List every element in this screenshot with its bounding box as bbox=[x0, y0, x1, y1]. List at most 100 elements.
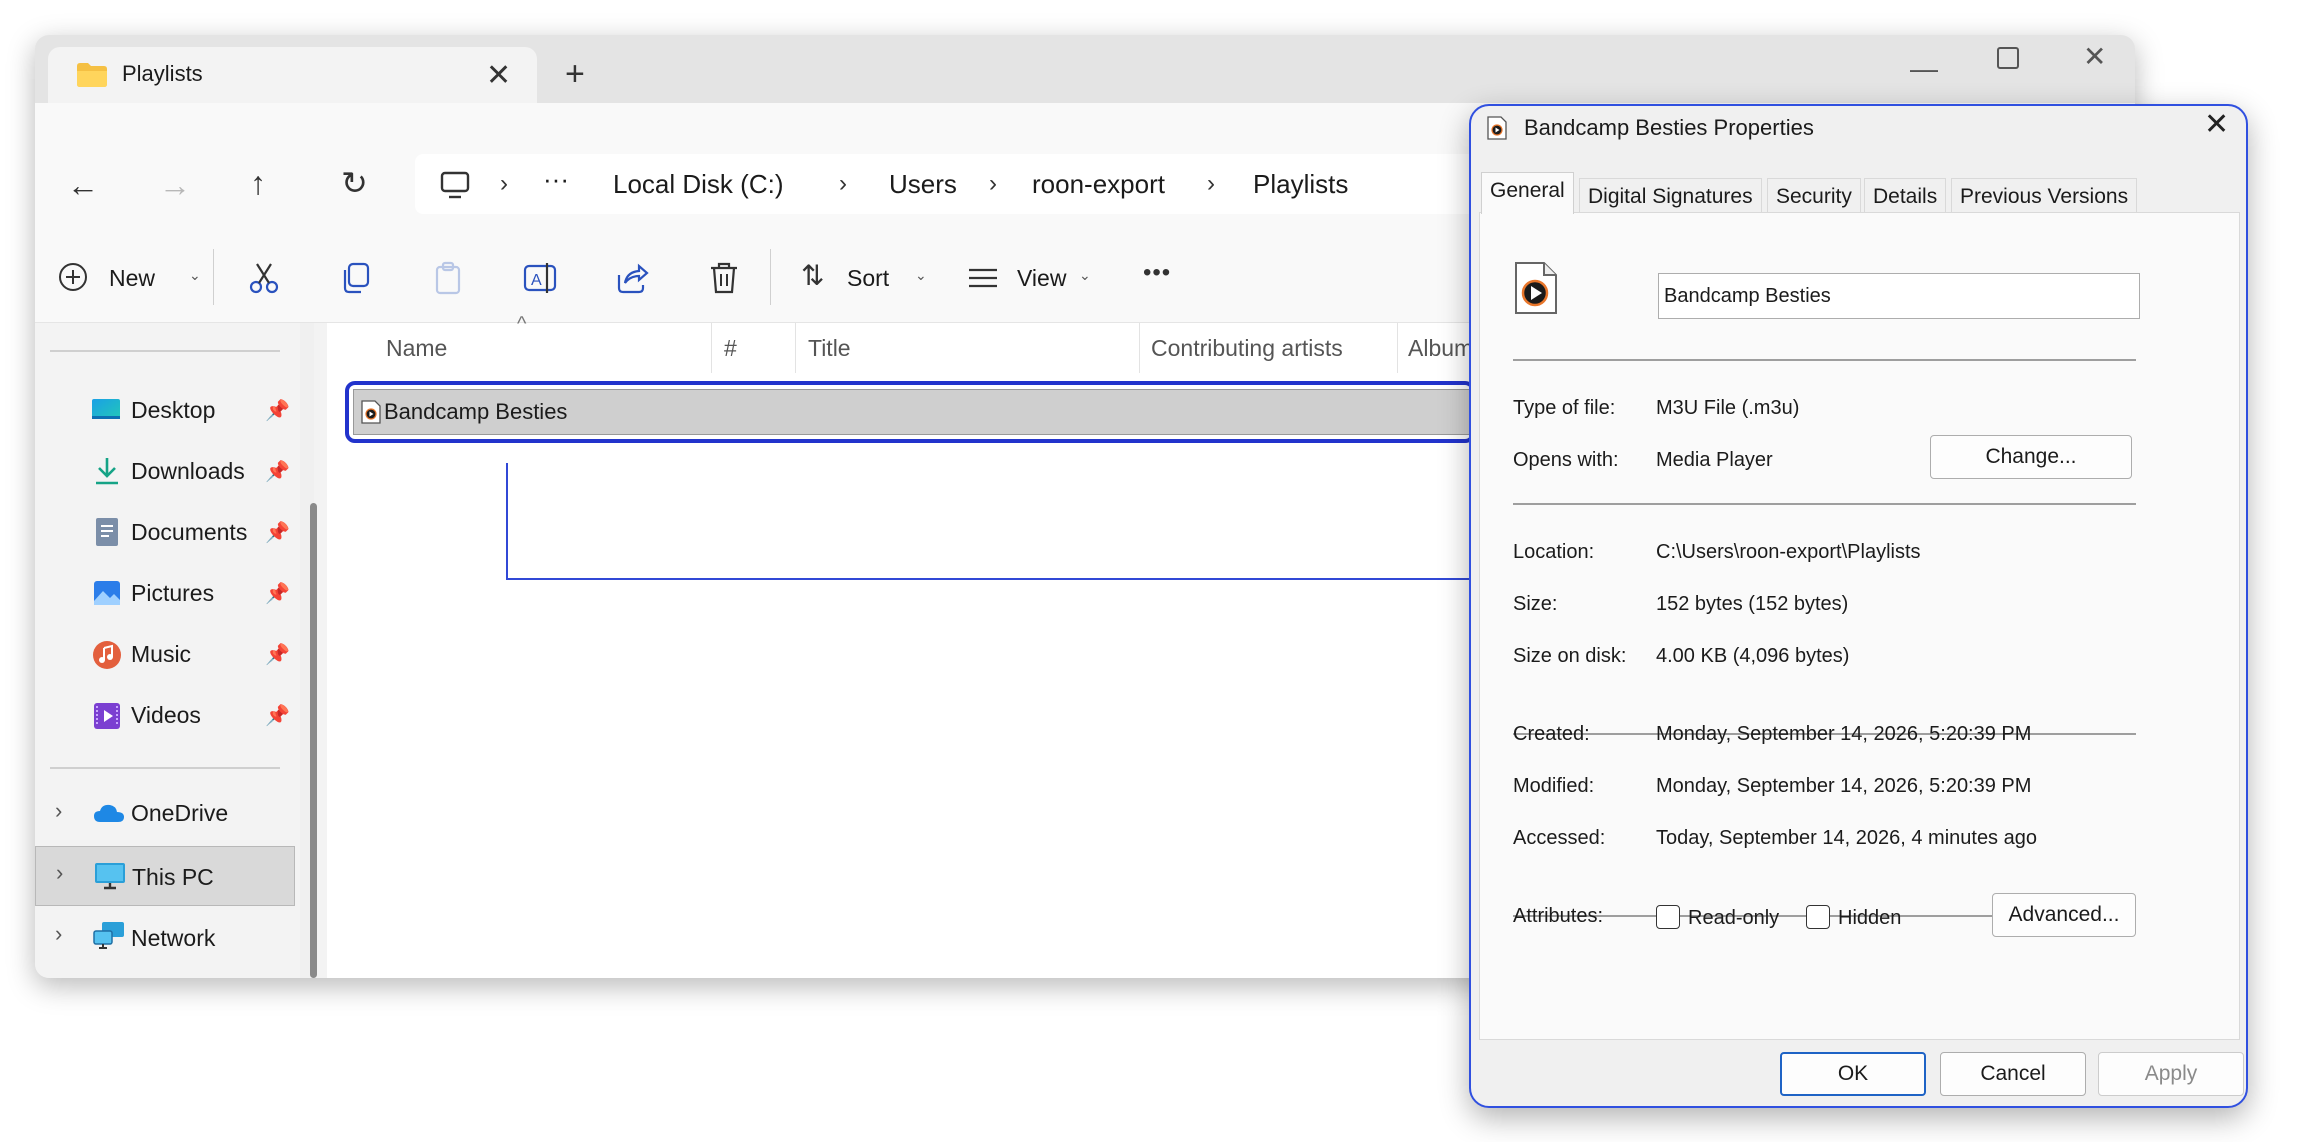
copy-icon[interactable] bbox=[339, 261, 373, 295]
forward-icon[interactable]: → bbox=[159, 169, 191, 201]
attributes-label: Attributes: bbox=[1513, 905, 1604, 927]
tab-details[interactable]: Details bbox=[1864, 178, 1947, 212]
sort-label: Sort bbox=[847, 265, 890, 291]
sidebar-item-documents[interactable]: Documents bbox=[91, 517, 281, 551]
breadcrumb-separator: › bbox=[1207, 170, 1215, 197]
sidebar-item-label: Downloads bbox=[131, 458, 245, 484]
tab-previous-versions[interactable]: Previous Versions bbox=[1951, 178, 2138, 212]
sidebar-divider bbox=[50, 767, 280, 769]
up-icon[interactable]: ↑ bbox=[250, 167, 266, 199]
svg-text:A: A bbox=[531, 272, 542, 289]
view-button[interactable]: View ⌄ bbox=[967, 261, 1097, 301]
drag-selection-guide bbox=[506, 463, 1480, 583]
onedrive-icon bbox=[94, 804, 124, 822]
sidebar-item-this-pc[interactable]: › This PC bbox=[35, 846, 295, 906]
hidden-checkbox[interactable]: Hidden bbox=[1806, 903, 1916, 933]
music-icon bbox=[93, 641, 121, 669]
title-bar: Playlists ✕ + — ✕ bbox=[35, 35, 2135, 105]
dialog-title: Bandcamp Besties Properties bbox=[1524, 115, 1814, 140]
sort-icon: ⇅ bbox=[801, 260, 825, 291]
rename-icon[interactable]: A bbox=[523, 261, 559, 295]
sidebar-item-label: Pictures bbox=[131, 580, 215, 606]
share-icon[interactable] bbox=[615, 261, 649, 295]
change-button[interactable]: Change... bbox=[1930, 435, 2132, 479]
tab-security[interactable]: Security bbox=[1767, 178, 1861, 212]
network-icon bbox=[93, 922, 124, 949]
close-dialog-icon[interactable]: ✕ bbox=[2204, 110, 2229, 140]
pin-icon: 📌 bbox=[265, 461, 290, 483]
file-name-input[interactable] bbox=[1658, 273, 2140, 319]
view-label: View bbox=[1017, 265, 1067, 291]
toolbar-divider bbox=[213, 249, 214, 305]
this-pc-icon bbox=[440, 171, 470, 199]
modified-label: Modified: bbox=[1513, 775, 1595, 797]
separator-line bbox=[1513, 503, 2136, 505]
folder-icon bbox=[77, 63, 107, 87]
sidebar-item-network[interactable]: › Network bbox=[55, 919, 281, 957]
sidebar-item-label: Music bbox=[131, 641, 192, 667]
created-value: Monday, September 14, 2026, 5:20:39 PM bbox=[1656, 723, 2032, 745]
type-of-file-value: M3U File (.m3u) bbox=[1656, 397, 1800, 419]
sidebar-item-label: This PC bbox=[132, 864, 214, 890]
sort-button[interactable]: ⇅ Sort ⌄ bbox=[801, 261, 931, 301]
documents-icon bbox=[96, 518, 118, 546]
more-options-icon[interactable]: ••• bbox=[1143, 259, 1171, 287]
size-on-disk-value: 4.00 KB (4,096 bytes) bbox=[1656, 645, 1850, 667]
ok-button[interactable]: OK bbox=[1780, 1052, 1926, 1096]
delete-icon[interactable] bbox=[707, 261, 741, 295]
modified-value: Monday, September 14, 2026, 5:20:39 PM bbox=[1656, 775, 2032, 797]
opens-with-value: Media Player bbox=[1656, 449, 1773, 471]
sidebar-item-label: Network bbox=[131, 925, 216, 951]
cut-icon[interactable] bbox=[247, 261, 281, 295]
advanced-button[interactable]: Advanced... bbox=[1992, 893, 2136, 937]
opens-with-label: Opens with: bbox=[1513, 449, 1619, 471]
videos-icon bbox=[94, 703, 120, 729]
playlist-file-icon bbox=[1487, 116, 1507, 140]
accessed-label: Accessed: bbox=[1513, 827, 1606, 849]
pin-icon: 📌 bbox=[265, 705, 290, 727]
refresh-icon[interactable]: ↻ bbox=[341, 167, 368, 199]
sidebar-item-pictures[interactable]: Pictures bbox=[91, 578, 281, 612]
apply-button[interactable]: Apply bbox=[2098, 1052, 2244, 1096]
pin-icon: 📌 bbox=[265, 583, 290, 605]
breadcrumb-separator: › bbox=[500, 170, 508, 197]
sidebar-item-label: Videos bbox=[131, 702, 201, 728]
pin-icon: 📌 bbox=[265, 400, 290, 422]
sidebar-item-videos[interactable]: Videos bbox=[91, 700, 281, 734]
pictures-icon bbox=[94, 581, 120, 605]
cancel-button[interactable]: Cancel bbox=[1940, 1052, 2086, 1096]
tab-playlists[interactable]: Playlists ✕ bbox=[48, 47, 537, 105]
tab-general[interactable]: General bbox=[1481, 172, 1574, 214]
new-label: New bbox=[109, 265, 156, 291]
sidebar-scrollbar-thumb[interactable] bbox=[310, 503, 317, 978]
breadcrumb-playlists[interactable]: Playlists bbox=[1253, 169, 1348, 200]
breadcrumb-users[interactable]: Users bbox=[889, 169, 957, 200]
sidebar-item-onedrive[interactable]: › OneDrive bbox=[55, 796, 281, 834]
breadcrumb-local-disk[interactable]: Local Disk (C:) bbox=[613, 169, 783, 200]
breadcrumb-more[interactable]: ··· bbox=[543, 164, 569, 195]
maximize-icon[interactable] bbox=[1997, 47, 2019, 69]
size-label: Size: bbox=[1513, 593, 1558, 615]
sidebar-item-downloads[interactable]: Downloads bbox=[91, 456, 281, 490]
chevron-right-icon[interactable]: › bbox=[55, 798, 62, 824]
minimize-icon[interactable]: — bbox=[1910, 55, 1938, 83]
close-window-icon[interactable]: ✕ bbox=[2083, 43, 2106, 71]
tab-digital-signatures[interactable]: Digital Signatures bbox=[1579, 178, 1762, 212]
read-only-checkbox[interactable]: Read-only bbox=[1656, 903, 1796, 933]
checkbox-box[interactable] bbox=[1806, 905, 1830, 929]
new-tab-icon[interactable]: + bbox=[565, 57, 585, 91]
tab-label: Playlists bbox=[122, 61, 203, 86]
back-icon[interactable]: ← bbox=[67, 169, 99, 201]
sidebar-item-music[interactable]: Music bbox=[91, 639, 281, 673]
close-tab-icon[interactable]: ✕ bbox=[486, 61, 511, 91]
breadcrumb-roon-export[interactable]: roon-export bbox=[1032, 169, 1165, 200]
new-button[interactable]: New ⌄ bbox=[57, 261, 227, 301]
chevron-right-icon[interactable]: › bbox=[56, 860, 63, 886]
checkbox-box[interactable] bbox=[1656, 905, 1680, 929]
paste-icon[interactable] bbox=[431, 261, 465, 295]
plus-circle-icon bbox=[59, 263, 87, 291]
sidebar-item-desktop[interactable]: Desktop bbox=[91, 395, 281, 429]
sidebar-item-label: OneDrive bbox=[131, 800, 229, 826]
chevron-right-icon[interactable]: › bbox=[55, 921, 62, 947]
breadcrumb-separator: › bbox=[839, 170, 847, 197]
